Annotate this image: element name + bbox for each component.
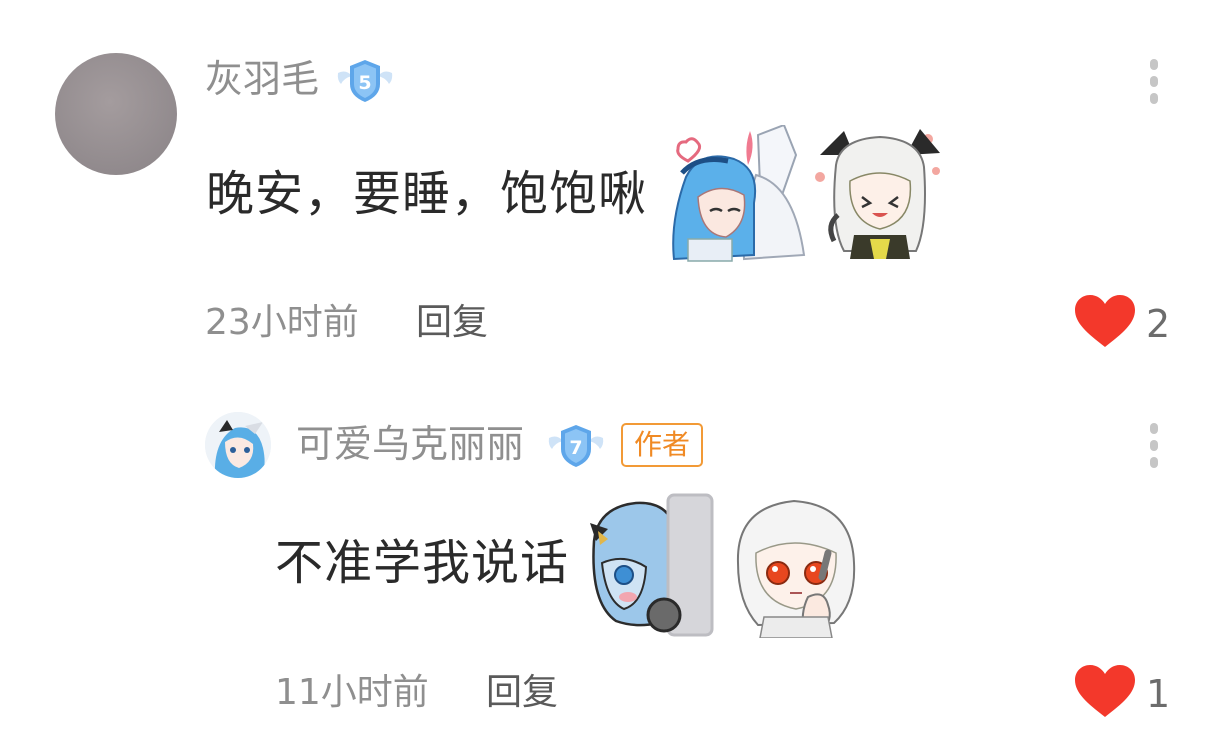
comment-text: 晚安，要睡，饱饱啾 (206, 166, 648, 222)
sticker-hug-image (664, 125, 810, 265)
more-options-icon[interactable] (1144, 421, 1164, 471)
heart-icon[interactable] (1073, 293, 1137, 349)
author-badge: 作者 (621, 423, 704, 467)
level-badge-icon: 7 (545, 421, 607, 469)
comment-timestamp: 23小时前 (205, 302, 359, 343)
sticker-peek-image (584, 493, 720, 638)
level-number: 5 (358, 72, 371, 94)
level-badge-icon: 5 (334, 56, 396, 104)
comment-username[interactable]: 灰羽毛 (205, 60, 319, 98)
reply-button[interactable]: 回复 (486, 675, 558, 711)
level-number: 7 (569, 437, 582, 459)
like-count: 2 (1146, 302, 1171, 346)
sticker-happy-image (810, 125, 950, 265)
reply-button[interactable]: 回复 (416, 305, 488, 341)
heart-icon[interactable] (1073, 663, 1137, 719)
reply-timestamp: 11小时前 (275, 672, 429, 713)
more-options-icon[interactable] (1144, 57, 1164, 107)
like-count: 1 (1146, 672, 1171, 716)
avatar[interactable] (55, 53, 177, 175)
reply-text: 不准学我说话 (275, 535, 570, 591)
sticker-point-image (724, 493, 868, 638)
reply-username[interactable]: 可爱乌克丽丽 (296, 425, 524, 463)
reply-avatar[interactable] (205, 412, 271, 478)
